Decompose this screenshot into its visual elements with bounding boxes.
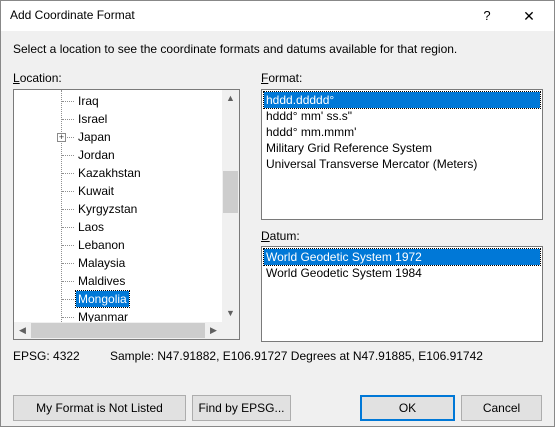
datum-label-mnemonic: D — [261, 229, 270, 243]
tree-connector-line — [62, 209, 74, 210]
location-tree-item[interactable]: Kuwait — [14, 182, 222, 200]
horizontal-scroll-thumb[interactable] — [31, 323, 205, 338]
datum-list[interactable]: World Geodetic System 1972 World Geodetic… — [261, 246, 543, 342]
location-tree-item[interactable]: Jordan — [14, 146, 222, 164]
location-tree-item-label: Japan — [78, 130, 111, 144]
location-tree-item[interactable]: Mongolia — [14, 290, 222, 308]
close-button[interactable]: ✕ — [513, 5, 545, 27]
location-tree-item-label: Myanmar — [78, 310, 129, 322]
tree-connector-line — [62, 245, 74, 246]
help-button[interactable]: ? — [471, 5, 503, 27]
location-tree-item-label: Iraq — [78, 94, 99, 108]
tree-connector-line — [62, 101, 74, 102]
vertical-scroll-thumb[interactable] — [223, 171, 238, 213]
location-tree-item[interactable]: Iraq — [14, 92, 222, 110]
location-tree-item-label: Kuwait — [78, 184, 115, 198]
location-tree-item-label: Laos — [78, 220, 105, 234]
tree-connector-line — [62, 317, 74, 318]
scroll-left-arrow-icon[interactable]: ◀ — [14, 322, 31, 339]
location-tree-item-label: Kazakhstan — [78, 166, 141, 180]
datum-label-text: atum: — [269, 229, 300, 243]
tree-connector-line — [62, 119, 74, 120]
instruction-text: Select a location to see the coordinate … — [13, 42, 458, 56]
location-tree-item[interactable]: Israel — [14, 110, 222, 128]
tree-connector-line — [62, 281, 74, 282]
location-vertical-scrollbar[interactable]: ▲ ▼ — [222, 90, 239, 322]
scrollbar-corner — [222, 322, 239, 339]
window-title: Add Coordinate Format — [10, 8, 135, 22]
tree-connector-line — [62, 155, 74, 156]
location-tree-item-label: Kyrgyzstan — [78, 202, 138, 216]
location-tree-item-label: Israel — [78, 112, 108, 126]
location-tree-item-label: Jordan — [78, 148, 115, 162]
format-list-item[interactable]: Universal Transverse Mercator (Meters) — [264, 156, 540, 172]
datum-list-item[interactable]: World Geodetic System 1972 — [263, 248, 541, 266]
location-tree-viewport: Iraq Israel + Japan Jordan Kazakhstan Kuwait Ky… — [14, 90, 222, 322]
sample-coordinates-text: Sample: N47.91882, E106.91727 Degrees at… — [110, 349, 483, 363]
format-list-item[interactable]: Military Grid Reference System — [264, 140, 540, 156]
location-tree-item[interactable]: Malaysia — [14, 254, 222, 272]
location-tree-item-label: Maldives — [78, 274, 126, 288]
tree-connector-line — [62, 263, 74, 264]
location-tree-item[interactable]: + Japan — [14, 128, 222, 146]
format-list-item[interactable]: hddd° mm' ss.s" — [264, 108, 540, 124]
location-horizontal-scrollbar[interactable]: ◀ ▶ — [14, 322, 222, 339]
expand-plus-icon[interactable]: + — [57, 133, 66, 142]
location-tree-item[interactable]: Maldives — [14, 272, 222, 290]
location-tree-item-label: Lebanon — [78, 238, 125, 252]
tree-connector-line — [62, 173, 74, 174]
find-by-epsg-button[interactable]: Find by EPSG... — [192, 395, 291, 421]
scroll-right-arrow-icon[interactable]: ▶ — [205, 322, 222, 339]
format-label: Format: — [261, 71, 302, 85]
location-tree-item[interactable]: Myanmar — [14, 308, 222, 322]
location-tree[interactable]: Iraq Israel + Japan Jordan Kazakhstan Kuwait Ky… — [13, 89, 240, 340]
location-tree-item[interactable]: Kazakhstan — [14, 164, 222, 182]
title-bar: Add Coordinate Format ? ✕ — [1, 1, 554, 31]
tree-connector-line — [62, 299, 74, 300]
location-label-mnemonic: L — [13, 71, 20, 85]
cancel-button[interactable]: Cancel — [461, 395, 542, 421]
format-list[interactable]: hddd.ddddd° hddd° mm' ss.s" hddd° mm.mmm' M… — [261, 89, 543, 220]
location-tree-item[interactable]: Lebanon — [14, 236, 222, 254]
datum-list-item[interactable]: World Geodetic System 1984 — [264, 265, 540, 281]
epsg-code-text: EPSG: 4322 — [13, 349, 80, 363]
format-list-item[interactable]: hddd.ddddd° — [263, 91, 541, 109]
format-label-text: ormat: — [268, 71, 303, 85]
datum-label: Datum: — [261, 229, 300, 243]
tree-connector-line — [62, 227, 74, 228]
scroll-up-arrow-icon[interactable]: ▲ — [222, 90, 239, 107]
ok-button[interactable]: OK — [360, 395, 455, 421]
location-tree-item-label: Mongolia — [75, 290, 130, 308]
location-tree-item[interactable]: Kyrgyzstan — [14, 200, 222, 218]
my-format-not-listed-button[interactable]: My Format is Not Listed — [13, 395, 186, 421]
tree-connector-line — [62, 191, 74, 192]
add-coordinate-format-dialog: Add Coordinate Format ? ✕ Select a locat… — [0, 0, 555, 427]
scroll-down-arrow-icon[interactable]: ▼ — [222, 305, 239, 322]
location-tree-item-label: Malaysia — [78, 256, 126, 270]
location-label-text: ocation: — [19, 71, 62, 85]
format-list-item[interactable]: hddd° mm.mmm' — [264, 124, 540, 140]
location-label: Location: — [13, 71, 62, 85]
location-tree-item[interactable]: Laos — [14, 218, 222, 236]
